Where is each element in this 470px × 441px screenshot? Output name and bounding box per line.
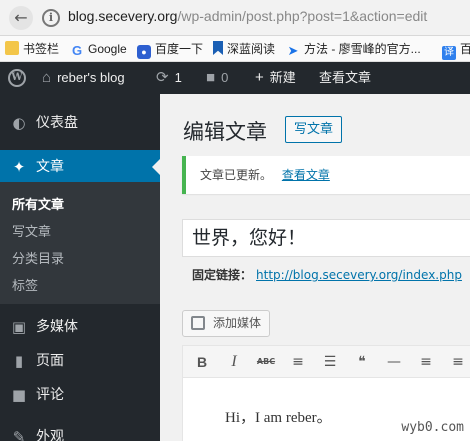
comments-link[interactable]: ■ 0 — [206, 62, 228, 94]
bold-icon[interactable]: B — [191, 351, 213, 373]
new-content-link[interactable]: + 新建 — [255, 62, 296, 94]
update-notice: 文章已更新。 查看文章 — [182, 156, 470, 194]
numbered-list-icon[interactable]: ☰ — [319, 351, 341, 373]
bookmark-label: 方法 - 廖雪峰的官方... — [304, 42, 421, 56]
new-label: 新建 — [269, 70, 296, 85]
bullet-list-icon[interactable]: ≡ — [287, 351, 309, 373]
menu-item-comments[interactable]: ■ 评论 — [0, 378, 160, 412]
home-icon: ⌂ — [42, 69, 52, 86]
comment-bubble-icon: ■ — [206, 69, 216, 86]
baidu-paw-icon: ● — [137, 45, 151, 59]
url-field[interactable]: blog.secevery.org/wp-admin/post.php?post… — [68, 8, 427, 24]
bookmark-label: 书签栏 — [23, 42, 60, 56]
comments-count: 0 — [221, 70, 229, 85]
italic-icon[interactable]: I — [223, 351, 245, 373]
bookmark-label: 百度一下 — [155, 42, 204, 56]
media-icon — [191, 316, 205, 330]
add-media-button[interactable]: 添加媒体 — [182, 310, 271, 337]
info-icon[interactable]: i — [42, 9, 60, 27]
notice-view-post-link[interactable]: 查看文章 — [282, 168, 330, 182]
comment-icon: ■ — [11, 386, 27, 404]
post-title-input[interactable]: 世界，您好！ — [182, 219, 470, 257]
add-media-label: 添加媒体 — [213, 316, 262, 330]
page-icon: ▮ — [14, 352, 24, 370]
blockquote-icon[interactable]: ❝ — [351, 351, 373, 373]
bookmark-folder[interactable]: 书签栏 — [5, 40, 59, 58]
updates-count: 1 — [174, 70, 182, 85]
permalink-url[interactable]: http://blog.secevery.org/index.php — [256, 268, 462, 282]
bookmark-liaoxuefeng[interactable]: ➤ 方法 - 廖雪峰的官方... — [286, 40, 421, 58]
editor-content[interactable]: Hi，I am reber。 — [225, 406, 332, 427]
bookmark-google[interactable]: G Google — [70, 40, 127, 58]
url-path: /wp-admin/post.php?post=1&action=edit — [177, 8, 428, 24]
menu-item-appearance[interactable]: ✎ 外观 — [0, 420, 160, 441]
dashboard-icon: ◐ — [12, 114, 26, 132]
url-host: blog.secevery.org — [68, 8, 178, 24]
menu-item-label: 多媒体 — [36, 319, 78, 335]
brush-icon: ✎ — [12, 428, 26, 441]
strikethrough-icon[interactable]: ABC — [255, 351, 277, 373]
align-center-icon[interactable]: ≡ — [447, 351, 469, 373]
posts-submenu: 所有文章 写文章 分类目录 标签 — [0, 182, 160, 304]
pin-icon: ✦ — [12, 158, 26, 176]
translate-icon: 译 — [442, 46, 456, 60]
editor-toolbar: B I ABC ≡ ☰ ❝ — ≡ ≡ — [183, 346, 470, 378]
notice-text: 文章已更新。 — [200, 168, 273, 182]
permalink-label: 固定链接： — [192, 268, 253, 282]
submenu-all-posts[interactable]: 所有文章 — [12, 196, 64, 216]
menu-item-label: 文章 — [36, 159, 64, 175]
submenu-add-new[interactable]: 写文章 — [12, 223, 51, 243]
menu-item-pages[interactable]: ▮ 页面 — [0, 344, 160, 378]
menu-item-posts[interactable]: ✦ 文章 — [0, 150, 160, 184]
bookmark-baidu[interactable]: ● 百度一下 — [137, 40, 204, 59]
bookmark-ribbon-icon — [213, 41, 223, 55]
align-left-icon[interactable]: ≡ — [415, 351, 437, 373]
watermark: wyb0.com — [401, 420, 464, 435]
page-title: 编辑文章 — [183, 120, 267, 144]
permalink-row: 固定链接： http://blog.secevery.org/index.php — [192, 266, 462, 283]
refresh-icon: ⟳ — [156, 69, 169, 86]
add-new-post-button[interactable]: 写文章 — [285, 116, 343, 143]
wp-admin-bar: W ⌂ reber's blog ⟳ 1 ■ 0 + 新建 查看文章 — [0, 62, 470, 94]
admin-sidebar: ◐ 仪表盘 ✦ 文章 所有文章 写文章 分类目录 标签 ▣ 多媒体 ▮ 页面 ■… — [0, 94, 160, 441]
main-content: 编辑文章 写文章 文章已更新。 查看文章 世界，您好！ 固定链接： http://… — [160, 94, 470, 441]
bookmark-label: 百 — [460, 42, 470, 56]
menu-item-label: 外观 — [36, 429, 64, 441]
rocket-icon: ➤ — [287, 43, 299, 58]
bookmark-label: Google — [88, 42, 127, 56]
menu-item-label: 页面 — [36, 353, 64, 369]
bookmarks-bar: 书签栏 G Google ● 百度一下 深蓝阅读 ➤ 方法 - 廖雪峰的官方... 译… — [0, 36, 470, 62]
bookmark-shenlan[interactable]: 深蓝阅读 — [213, 40, 275, 58]
site-name-link[interactable]: ⌂ reber's blog — [42, 62, 125, 94]
menu-item-dashboard[interactable]: ◐ 仪表盘 — [0, 106, 160, 140]
submenu-tags[interactable]: 标签 — [12, 277, 38, 297]
bookmark-translate[interactable]: 译百 — [442, 40, 470, 60]
horizontal-line-icon[interactable]: — — [383, 351, 405, 373]
google-icon: G — [71, 43, 83, 58]
view-post-link[interactable]: 查看文章 — [319, 62, 371, 94]
updates-link[interactable]: ⟳ 1 — [156, 62, 182, 94]
wordpress-logo-icon[interactable]: W — [8, 69, 26, 87]
menu-item-label: 仪表盘 — [36, 115, 78, 131]
folder-icon — [5, 41, 19, 55]
browser-address-bar: ← i blog.secevery.org/wp-admin/post.php?… — [0, 0, 470, 36]
menu-item-media[interactable]: ▣ 多媒体 — [0, 310, 160, 344]
back-arrow-icon[interactable]: ← — [9, 6, 33, 30]
menu-item-label: 评论 — [36, 387, 64, 403]
bookmark-label: 深蓝阅读 — [227, 42, 276, 56]
media-icon: ▣ — [11, 318, 27, 336]
submenu-categories[interactable]: 分类目录 — [12, 250, 64, 270]
site-name: reber's blog — [57, 70, 125, 85]
plus-icon: + — [255, 69, 264, 86]
